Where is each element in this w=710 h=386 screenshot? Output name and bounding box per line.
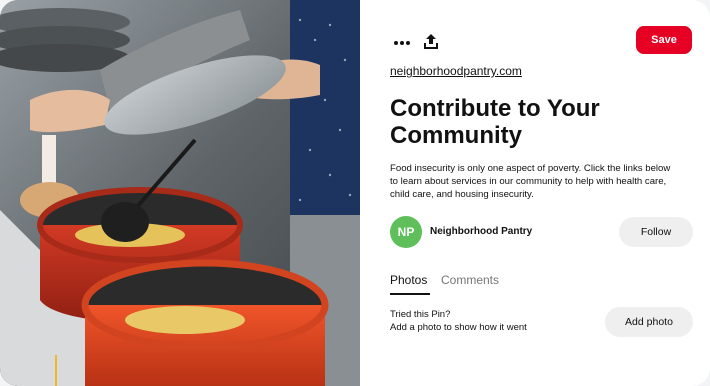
tried-title: Tried this Pin?: [390, 309, 451, 320]
pin-title: Contribute to Your Community: [390, 95, 600, 149]
tab-comments[interactable]: Comments: [441, 273, 499, 287]
ellipsis-icon[interactable]: [390, 31, 414, 55]
pin-description: Food insecurity is only one aspect of po…: [390, 163, 671, 200]
food-serving-illustration: [0, 0, 360, 386]
follow-button[interactable]: Follow: [619, 217, 693, 247]
pin-details-panel: Save neighborhoodpantry.com Contribute t…: [360, 0, 710, 386]
save-button[interactable]: Save: [636, 26, 692, 54]
avatar[interactable]: NP: [390, 216, 422, 248]
pin-toolbar: Save: [390, 26, 692, 60]
add-photo-button[interactable]: Add photo: [605, 307, 693, 337]
tab-photos[interactable]: Photos: [390, 273, 427, 287]
author-name[interactable]: Neighborhood Pantry: [430, 226, 532, 237]
pin-card: Save neighborhoodpantry.com Contribute t…: [0, 0, 710, 386]
source-link[interactable]: neighborhoodpantry.com: [390, 64, 522, 78]
pin-image[interactable]: [0, 0, 360, 386]
tried-subtitle: Add a photo to show how it went: [390, 322, 527, 333]
active-tab-indicator: [390, 293, 430, 295]
share-upload-icon[interactable]: [419, 30, 443, 54]
